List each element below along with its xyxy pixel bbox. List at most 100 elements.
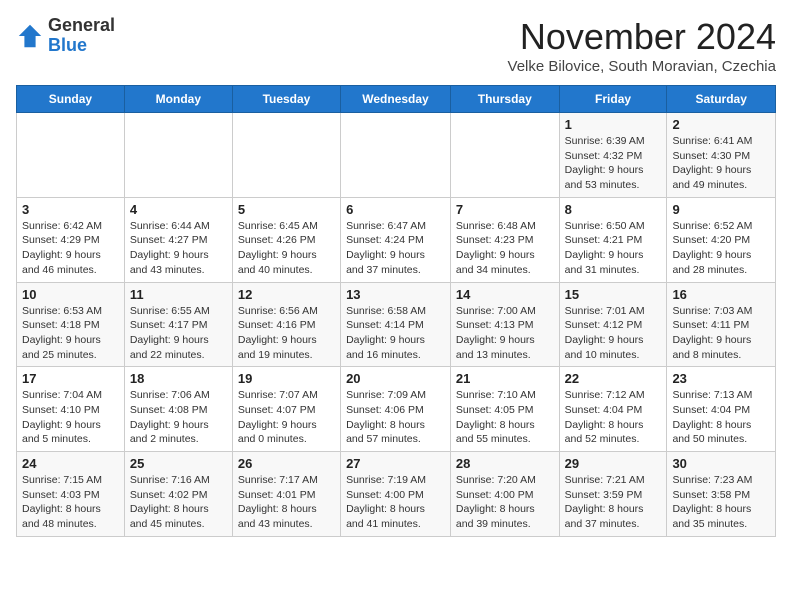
calendar-cell: 11Sunrise: 6:55 AM Sunset: 4:17 PM Dayli… — [124, 282, 232, 367]
calendar-cell: 16Sunrise: 7:03 AM Sunset: 4:11 PM Dayli… — [667, 282, 776, 367]
calendar-cell: 19 Sunrise: 7:07 AM Sunset: 4:07 PM Dayli… — [232, 367, 340, 452]
calendar-cell: 5 Sunrise: 6:45 AM Sunset: 4:26 PM Daylig… — [232, 197, 340, 282]
calendar-cell: 22 Sunrise: 7:12 AM Sunset: 4:04 PM Dayli… — [559, 367, 667, 452]
column-header-thursday: Thursday — [450, 86, 559, 113]
calendar-cell: 14 Sunrise: 7:00 AM Sunset: 4:13 PM Dayli… — [450, 282, 559, 367]
location-subtitle: Velke Bilovice, South Moravian, Czechia — [508, 58, 776, 75]
day-number: 15 — [565, 287, 662, 302]
day-number: 16 — [672, 287, 770, 302]
day-info: Sunrise: 7:04 AM Sunset: 4:10 PM Dayligh… — [22, 388, 119, 447]
calendar-cell: 1Sunrise: 6:39 AM Sunset: 4:32 PM Daylig… — [559, 113, 667, 198]
day-info: Sunrise: 6:52 AM Sunset: 4:20 PM Dayligh… — [672, 219, 770, 278]
title-block: November 2024 Velke Bilovice, South Mora… — [508, 16, 776, 75]
calendar-cell: 4Sunrise: 6:44 AM Sunset: 4:27 PM Daylig… — [124, 197, 232, 282]
calendar-cell: 9 Sunrise: 6:52 AM Sunset: 4:20 PM Daylig… — [667, 197, 776, 282]
column-header-saturday: Saturday — [667, 86, 776, 113]
calendar-cell: 13 Sunrise: 6:58 AM Sunset: 4:14 PM Dayli… — [341, 282, 451, 367]
page-header: General Blue November 2024 Velke Bilovic… — [16, 16, 776, 75]
day-number: 2 — [672, 117, 770, 132]
calendar-cell: 12 Sunrise: 6:56 AM Sunset: 4:16 PM Dayli… — [232, 282, 340, 367]
calendar-cell — [124, 113, 232, 198]
day-number: 10 — [22, 287, 119, 302]
calendar-cell: 30Sunrise: 7:23 AM Sunset: 3:58 PM Dayli… — [667, 452, 776, 537]
logo-blue-text: Blue — [48, 35, 87, 55]
calendar-cell: 24 Sunrise: 7:15 AM Sunset: 4:03 PM Dayli… — [17, 452, 125, 537]
day-info: Sunrise: 7:20 AM Sunset: 4:00 PM Dayligh… — [456, 473, 554, 532]
day-info: Sunrise: 7:17 AM Sunset: 4:01 PM Dayligh… — [238, 473, 335, 532]
calendar-cell: 2 Sunrise: 6:41 AM Sunset: 4:30 PM Daylig… — [667, 113, 776, 198]
calendar-cell: 26 Sunrise: 7:17 AM Sunset: 4:01 PM Dayli… — [232, 452, 340, 537]
calendar-cell: 8 Sunrise: 6:50 AM Sunset: 4:21 PM Daylig… — [559, 197, 667, 282]
calendar-cell: 7 Sunrise: 6:48 AM Sunset: 4:23 PM Daylig… — [450, 197, 559, 282]
calendar-cell: 3Sunrise: 6:42 AM Sunset: 4:29 PM Daylig… — [17, 197, 125, 282]
day-info: Sunrise: 7:13 AM Sunset: 4:04 PM Dayligh… — [672, 388, 770, 447]
day-info: Sunrise: 6:45 AM Sunset: 4:26 PM Dayligh… — [238, 219, 335, 278]
calendar-week-3: 10 Sunrise: 6:53 AM Sunset: 4:18 PM Dayli… — [17, 282, 776, 367]
day-info: Sunrise: 7:01 AM Sunset: 4:12 PM Dayligh… — [565, 304, 662, 363]
day-info: Sunrise: 7:07 AM Sunset: 4:07 PM Dayligh… — [238, 388, 335, 447]
day-info: Sunrise: 7:16 AM Sunset: 4:02 PM Dayligh… — [130, 473, 227, 532]
day-number: 24 — [22, 456, 119, 471]
day-info: Sunrise: 6:56 AM Sunset: 4:16 PM Dayligh… — [238, 304, 335, 363]
day-info: Sunrise: 6:50 AM Sunset: 4:21 PM Dayligh… — [565, 219, 662, 278]
day-info: Sunrise: 6:53 AM Sunset: 4:18 PM Dayligh… — [22, 304, 119, 363]
day-number: 21 — [456, 371, 554, 386]
day-info: Sunrise: 7:21 AM Sunset: 3:59 PM Dayligh… — [565, 473, 662, 532]
day-number: 5 — [238, 202, 335, 217]
calendar-cell: 18 Sunrise: 7:06 AM Sunset: 4:08 PM Dayli… — [124, 367, 232, 452]
day-number: 29 — [565, 456, 662, 471]
day-info: Sunrise: 7:15 AM Sunset: 4:03 PM Dayligh… — [22, 473, 119, 532]
day-info: Sunrise: 7:00 AM Sunset: 4:13 PM Dayligh… — [456, 304, 554, 363]
day-info: Sunrise: 7:19 AM Sunset: 4:00 PM Dayligh… — [346, 473, 445, 532]
day-number: 8 — [565, 202, 662, 217]
calendar-table: SundayMondayTuesdayWednesdayThursdayFrid… — [16, 85, 776, 537]
day-number: 12 — [238, 287, 335, 302]
day-number: 23 — [672, 371, 770, 386]
day-number: 13 — [346, 287, 445, 302]
day-info: Sunrise: 6:42 AM Sunset: 4:29 PM Dayligh… — [22, 219, 119, 278]
day-number: 18 — [130, 371, 227, 386]
calendar-week-1: 1Sunrise: 6:39 AM Sunset: 4:32 PM Daylig… — [17, 113, 776, 198]
day-number: 22 — [565, 371, 662, 386]
logo: General Blue — [16, 16, 115, 56]
calendar-cell: 17 Sunrise: 7:04 AM Sunset: 4:10 PM Dayli… — [17, 367, 125, 452]
column-header-friday: Friday — [559, 86, 667, 113]
calendar-cell: 29 Sunrise: 7:21 AM Sunset: 3:59 PM Dayli… — [559, 452, 667, 537]
calendar-cell: 25 Sunrise: 7:16 AM Sunset: 4:02 PM Dayli… — [124, 452, 232, 537]
day-info: Sunrise: 7:10 AM Sunset: 4:05 PM Dayligh… — [456, 388, 554, 447]
day-number: 20 — [346, 371, 445, 386]
day-info: Sunrise: 6:47 AM Sunset: 4:24 PM Dayligh… — [346, 219, 445, 278]
calendar-cell — [341, 113, 451, 198]
day-number: 7 — [456, 202, 554, 217]
day-info: Sunrise: 6:44 AM Sunset: 4:27 PM Dayligh… — [130, 219, 227, 278]
day-number: 19 — [238, 371, 335, 386]
calendar-cell: 21 Sunrise: 7:10 AM Sunset: 4:05 PM Dayli… — [450, 367, 559, 452]
day-info: Sunrise: 7:06 AM Sunset: 4:08 PM Dayligh… — [130, 388, 227, 447]
calendar-cell: 20 Sunrise: 7:09 AM Sunset: 4:06 PM Dayli… — [341, 367, 451, 452]
day-number: 17 — [22, 371, 119, 386]
calendar-cell: 6 Sunrise: 6:47 AM Sunset: 4:24 PM Daylig… — [341, 197, 451, 282]
day-number: 14 — [456, 287, 554, 302]
day-number: 9 — [672, 202, 770, 217]
day-number: 1 — [565, 117, 662, 132]
day-info: Sunrise: 7:23 AM Sunset: 3:58 PM Dayligh… — [672, 473, 770, 532]
calendar-cell — [17, 113, 125, 198]
day-info: Sunrise: 7:12 AM Sunset: 4:04 PM Dayligh… — [565, 388, 662, 447]
calendar-week-2: 3Sunrise: 6:42 AM Sunset: 4:29 PM Daylig… — [17, 197, 776, 282]
day-info: Sunrise: 6:58 AM Sunset: 4:14 PM Dayligh… — [346, 304, 445, 363]
calendar-cell: 15 Sunrise: 7:01 AM Sunset: 4:12 PM Dayli… — [559, 282, 667, 367]
calendar-cell: 23 Sunrise: 7:13 AM Sunset: 4:04 PM Dayli… — [667, 367, 776, 452]
day-number: 26 — [238, 456, 335, 471]
calendar-cell — [232, 113, 340, 198]
calendar-cell: 27 Sunrise: 7:19 AM Sunset: 4:00 PM Dayli… — [341, 452, 451, 537]
day-number: 6 — [346, 202, 445, 217]
calendar-cell: 28Sunrise: 7:20 AM Sunset: 4:00 PM Dayli… — [450, 452, 559, 537]
day-number: 27 — [346, 456, 445, 471]
logo-general-text: General — [48, 15, 115, 35]
day-info: Sunrise: 7:09 AM Sunset: 4:06 PM Dayligh… — [346, 388, 445, 447]
day-info: Sunrise: 6:41 AM Sunset: 4:30 PM Dayligh… — [672, 134, 770, 193]
day-info: Sunrise: 6:48 AM Sunset: 4:23 PM Dayligh… — [456, 219, 554, 278]
day-number: 25 — [130, 456, 227, 471]
month-year-title: November 2024 — [508, 16, 776, 58]
day-info: Sunrise: 6:55 AM Sunset: 4:17 PM Dayligh… — [130, 304, 227, 363]
